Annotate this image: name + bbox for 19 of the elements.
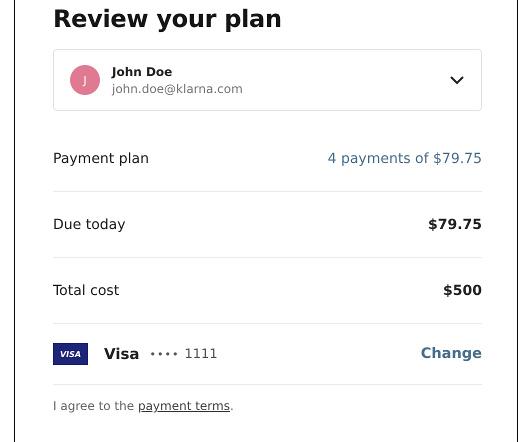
change-button[interactable]: Change <box>420 346 482 362</box>
chevron-down-icon[interactable] <box>449 75 465 85</box>
row-label: Due today <box>53 216 126 232</box>
card-logo: VISA <box>53 343 88 365</box>
account-email: john.doe@klarna.com <box>112 82 244 96</box>
row-label: Total cost <box>53 282 120 298</box>
account-selector[interactable]: J John Doe john.doe@klarna.com <box>53 49 482 111</box>
row-value: $79.75 <box>428 216 482 232</box>
account-name: John Doe <box>112 64 174 78</box>
card-brand: Visa <box>104 345 140 363</box>
card-last-digits: 1111 <box>184 346 219 362</box>
agreement-text: I agree to the payment terms. <box>53 399 235 413</box>
avatar: J <box>70 65 100 95</box>
row-label: Payment plan <box>53 150 149 166</box>
plan-link[interactable]: 4 payments of $79.75 <box>328 150 482 166</box>
terms-link[interactable]: payment terms <box>138 399 230 413</box>
row-value: $500 <box>443 282 482 298</box>
page-title: Review your plan <box>53 5 283 33</box>
card-mask: •••• <box>150 348 180 360</box>
